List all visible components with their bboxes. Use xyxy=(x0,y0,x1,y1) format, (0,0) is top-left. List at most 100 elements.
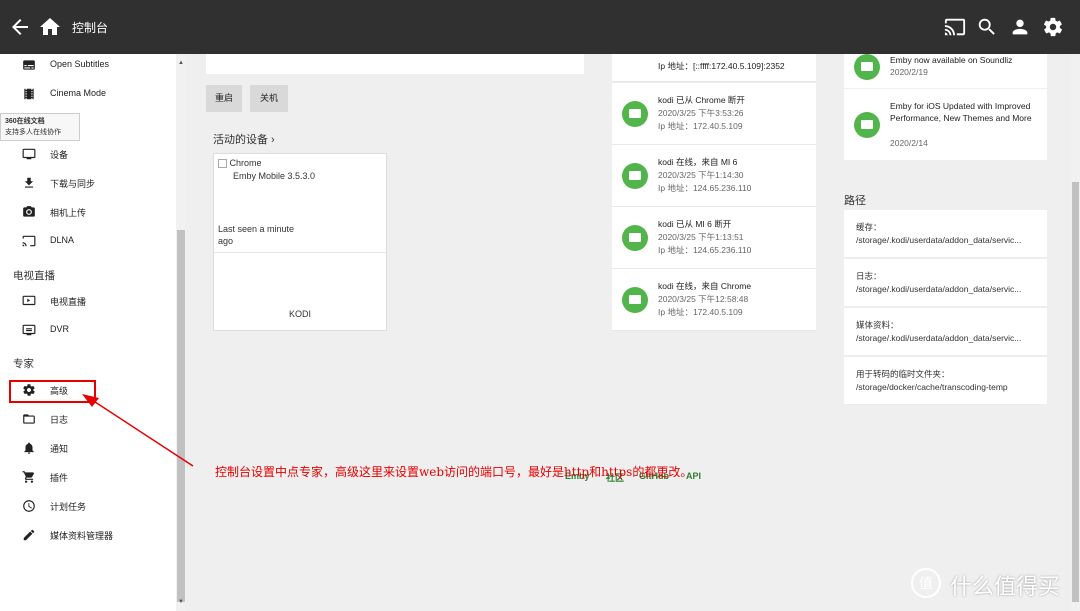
activity-row[interactable]: kodi 在线，来自 MI 6 2020/3/25 下午1:14:30 Ip 地… xyxy=(612,145,816,207)
sidebar-item-label: 计划任务 xyxy=(50,502,87,512)
sidebar-item-label: DLNA xyxy=(50,235,75,245)
sidebar-item-scheduled-tasks[interactable]: 计划任务 xyxy=(0,496,176,518)
news-text: Emby for iOS Updated with Improved Perfo… xyxy=(890,101,1032,123)
shutdown-button[interactable]: 关机 xyxy=(250,85,288,112)
back-arrow-icon[interactable] xyxy=(8,15,32,39)
path-key: 缓存： xyxy=(856,222,882,232)
sidebar-item-camera-upload[interactable]: 相机上传 xyxy=(0,202,176,224)
dlna-icon xyxy=(22,235,36,247)
path-value: /storage/.kodi/userdata/addon_data/servi… xyxy=(856,284,1022,294)
activity-time: 2020/3/25 下午1:14:30 xyxy=(658,170,744,180)
sidebar-item-notifications[interactable]: 通知 xyxy=(0,438,176,460)
news-item[interactable]: Emby now available on Soundliz 2020/2/19 xyxy=(844,54,1047,88)
svg-text:值: 值 xyxy=(919,576,933,592)
sidebar-item-devices[interactable]: 设备 xyxy=(0,144,176,166)
cart-icon xyxy=(22,471,35,483)
sidebar-item-logs[interactable]: 日志 xyxy=(0,409,176,431)
news-icon xyxy=(854,54,880,80)
path-row: 缓存： /storage/.kodi/userdata/addon_data/s… xyxy=(844,210,1047,258)
sidebar-item-live-tv[interactable]: 电视直播 xyxy=(0,291,176,313)
floating-tooltip[interactable]: 360在线文档 支持多人在线协作 xyxy=(0,113,80,141)
divider xyxy=(214,252,386,253)
sidebar-item-label: 设备 xyxy=(50,150,69,160)
pencil-icon xyxy=(23,529,35,541)
path-value: /storage/.kodi/userdata/addon_data/servi… xyxy=(856,333,1022,343)
user-icon[interactable] xyxy=(1009,16,1031,38)
cast-icon[interactable] xyxy=(944,16,966,38)
activity-icon xyxy=(622,225,648,251)
sidebar-item-label: 下载与同步 xyxy=(50,179,96,189)
sidebar-item-label: 媒体资料管理器 xyxy=(50,531,114,541)
clock-icon xyxy=(23,500,35,512)
activity-title: kodi 已从 Chrome 断开 xyxy=(658,95,745,105)
sidebar-item-label: Cinema Mode xyxy=(50,88,107,98)
news-date: 2020/2/19 xyxy=(890,67,928,77)
watermark-text: 什么值得买 xyxy=(950,575,1061,600)
path-row: 日志： /storage/.kodi/userdata/addon_data/s… xyxy=(844,259,1047,307)
live-tv-icon xyxy=(22,295,36,306)
path-key: 日志： xyxy=(856,271,882,281)
scroll-down-arrow-icon[interactable]: ▼ xyxy=(178,599,184,605)
activity-icon xyxy=(622,101,648,127)
scrollbar-thumb[interactable] xyxy=(177,230,185,602)
device-card[interactable]: Chrome Emby Mobile 3.5.3.0 Last seen a m… xyxy=(213,153,387,331)
sidebar-item-download-sync[interactable]: 下载与同步 xyxy=(0,173,176,195)
sidebar-scrollbar[interactable]: ▲ ▼ xyxy=(176,54,186,611)
news-item[interactable]: Emby for iOS Updated with Improved Perfo… xyxy=(844,89,1047,160)
section-live-tv: 电视直播 xyxy=(13,270,55,282)
page-title: 控制台 xyxy=(72,21,109,35)
scroll-up-arrow-icon[interactable]: ▲ xyxy=(178,60,184,66)
bell-icon xyxy=(24,442,34,454)
path-row: 用于转码的临时文件夹： /storage/docker/cache/transc… xyxy=(844,357,1047,405)
active-devices-title[interactable]: 活动的设备 › xyxy=(213,131,275,147)
gear-icon[interactable] xyxy=(1042,16,1064,38)
sidebar-item-label: 日志 xyxy=(50,415,69,425)
restart-button[interactable]: 重启 xyxy=(206,85,242,112)
device-icon xyxy=(22,148,36,160)
tooltip-title: 360在线文档 xyxy=(5,118,45,125)
sidebar-item-cinema-mode[interactable]: Cinema Mode xyxy=(0,84,176,106)
highlight-box xyxy=(9,380,96,403)
watermark-logo-icon: 值 xyxy=(911,568,941,598)
home-icon[interactable] xyxy=(38,15,62,39)
sidebar-item-dvr[interactable]: DVR xyxy=(0,320,176,342)
activity-row[interactable]: Ip 地址：[::ffff:172.40.5.109]:2352 xyxy=(612,54,816,82)
activity-title: kodi 在线，来自 Chrome xyxy=(658,281,752,291)
path-value: /storage/.kodi/userdata/addon_data/servi… xyxy=(856,235,1022,245)
scrollbar-thumb[interactable] xyxy=(1072,182,1079,602)
activity-time: 2020/3/25 下午1:13:51 xyxy=(658,232,744,242)
news-icon xyxy=(854,112,880,138)
activity-row[interactable]: kodi 已从 Chrome 断开 2020/3/25 下午3:53:26 Ip… xyxy=(612,83,816,145)
folder-icon xyxy=(23,414,35,424)
path-key: 用于转码的临时文件夹： xyxy=(856,369,950,379)
activity-ip: Ip 地址：172.40.5.109 xyxy=(658,121,743,131)
camera-icon xyxy=(23,206,35,217)
activity-time: 2020/3/25 下午12:58:48 xyxy=(658,294,749,304)
sidebar-item-label: 通知 xyxy=(50,444,69,454)
activity-row[interactable]: kodi 已从 MI 6 断开 2020/3/25 下午1:13:51 Ip 地… xyxy=(612,207,816,269)
activity-icon xyxy=(622,163,648,189)
activity-ip: Ip 地址：172.40.5.109 xyxy=(658,307,743,317)
sidebar-item-plugins[interactable]: 插件 xyxy=(0,467,176,489)
activity-row[interactable]: kodi 在线，来自 Chrome 2020/3/25 下午12:58:48 I… xyxy=(612,269,816,331)
dvr-icon xyxy=(22,324,36,336)
sidebar-item-open-subtitles[interactable]: Open Subtitles xyxy=(0,55,176,77)
sidebar-item-label: Open Subtitles xyxy=(50,59,110,69)
section-expert: 专家 xyxy=(13,358,34,370)
cinema-icon xyxy=(24,88,34,100)
news-date: 2020/2/14 xyxy=(890,138,928,148)
sidebar-item-dlna[interactable]: DLNA xyxy=(0,231,176,253)
search-icon[interactable] xyxy=(976,16,998,38)
sidebar-item-label: 相机上传 xyxy=(50,208,87,218)
activity-ip: Ip 地址：124.65.236.110 xyxy=(658,245,752,255)
download-icon xyxy=(24,177,34,188)
activity-time: 2020/3/25 下午3:53:26 xyxy=(658,108,744,118)
sidebar-item-metadata-manager[interactable]: 媒体资料管理器 xyxy=(0,525,176,547)
path-key: 媒体资料： xyxy=(856,320,899,330)
broken-image-icon xyxy=(218,159,227,169)
main-scrollbar[interactable] xyxy=(1071,54,1080,611)
device-client: Chrome xyxy=(218,158,262,169)
sidebar-item-label: 电视直播 xyxy=(50,297,87,307)
device-app: Emby Mobile 3.5.3.0 xyxy=(233,171,316,181)
path-row: 媒体资料： /storage/.kodi/userdata/addon_data… xyxy=(844,308,1047,356)
